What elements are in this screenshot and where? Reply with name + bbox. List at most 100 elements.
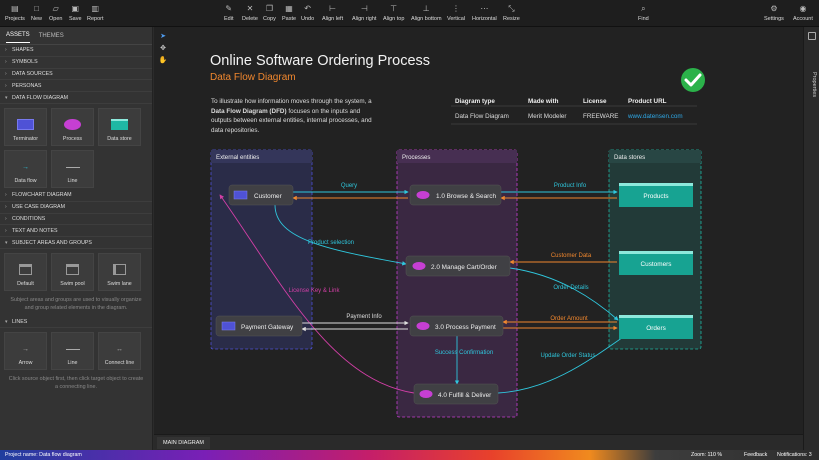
swim-pool-icon [66,263,79,275]
properties-icon[interactable] [808,32,816,40]
vertical-button[interactable]: ⋮ Vertical [447,2,465,25]
swim-lane-icon [113,263,126,275]
tab-themes[interactable]: THEMES [39,29,64,43]
description-line-4: data repositories. [211,127,260,134]
undo-button[interactable]: ↶ Undo [301,2,314,25]
section-label: FLOWCHART DIAGRAM [12,192,72,199]
section-label: TEXT AND NOTES [12,227,58,234]
section-label: USE CASE DIAGRAM [12,204,65,211]
node-label: 1.0 Browse & Search [436,193,496,200]
edit-button[interactable]: ✎ Edit [224,2,233,25]
section-symbols[interactable]: › SYMBOLS [0,57,152,69]
section-conditions[interactable]: › CONDITIONS [0,214,152,226]
table-cell: Data Flow Diagram [455,113,509,120]
new-button[interactable]: □ New [31,2,42,25]
hand-tool-icon[interactable]: ✋ [158,56,168,66]
copy-icon: ❐ [265,4,273,13]
section-lines[interactable]: ▾ LINES [0,316,152,328]
account-button[interactable]: ◉ Account [793,2,813,25]
node-label: Customer [254,193,283,200]
delete-button[interactable]: ✕ Delete [242,2,258,25]
terminator-tile[interactable]: Terminator [4,107,47,146]
align-top-button[interactable]: ⊤ Align top [383,2,404,25]
flow-label: Order Amount [550,316,588,322]
toolbar-label: Save [69,16,82,22]
section-flowchart-diagram[interactable]: › FLOWCHART DIAGRAM [0,190,152,202]
chevron-right-icon: › [5,70,7,77]
section-text-and-notes[interactable]: › TEXT AND NOTES [0,225,152,238]
properties-label[interactable]: Properties [811,72,817,97]
entity-payment-gateway[interactable]: Payment Gateway [215,315,303,337]
toolbar-label: New [31,16,43,22]
store-customers[interactable]: Customers [619,251,693,275]
section-label: DATA SOURCES [12,70,53,77]
product-url-link[interactable]: www.datensen.com [627,113,683,120]
flow-product-info[interactable]: Product Info [500,183,618,201]
copy-button[interactable]: ❐ Copy [263,2,276,25]
arrow-tile[interactable]: → Arrow [4,331,47,370]
tab-main-diagram[interactable]: MAIN DIAGRAM [157,437,210,449]
section-shapes[interactable]: › SHAPES [0,45,152,57]
open-button[interactable]: ▱ Open [49,2,62,25]
vertical-icon: ⋮ [452,4,461,13]
paste-icon: ▦ [285,4,293,13]
default-area-tile[interactable]: Default [4,252,47,291]
align-left-icon: ⊢ [329,4,337,13]
process-manage-cart[interactable]: 2.0 Manage Cart/Order [405,255,511,277]
section-personas[interactable]: › PERSONAS [0,80,152,93]
chevron-right-icon: › [5,215,7,222]
connect-line-tile[interactable]: ↔ Connect line [98,331,141,370]
paste-button[interactable]: ▦ Paste [282,2,296,25]
diagram-canvas[interactable]: Online Software Ordering Process Data Fl… [154,27,803,434]
description-line-1: To illustrate how information moves thro… [211,98,372,105]
swim-lane-tile[interactable]: Swim lane [98,252,141,291]
flow-customer-data[interactable]: Customer Data [509,253,617,265]
entity-customer[interactable]: Customer [228,184,294,206]
chevron-right-icon: › [5,192,7,199]
align-bottom-button[interactable]: ⊥ Align bottom [411,2,442,25]
resize-button[interactable]: ⤡ Resize [503,2,520,25]
projects-button[interactable]: ▤ Projects [5,2,25,25]
report-button[interactable]: ▥ Report [87,2,104,25]
terminator-shape-icon [17,118,34,130]
zoom-status[interactable]: Zoom: 110 % [691,452,722,458]
save-icon: ▣ [71,4,80,13]
line-tile[interactable]: Line [51,149,94,188]
process-tile[interactable]: Process [51,107,94,146]
tab-assets[interactable]: ASSETS [6,28,30,43]
toolbar-label: Align bottom [411,16,442,22]
align-left-button[interactable]: ⊢ Align left [322,2,343,25]
notifications-status[interactable]: Notifications: 3 [777,452,812,458]
settings-button[interactable]: ⚙ Settings [764,2,784,25]
arrow-right-icon: → [22,163,29,171]
plain-line-tile[interactable]: Line [51,331,94,370]
flow-order-details[interactable]: Order Details [509,267,619,321]
data-store-tile[interactable]: Data store [98,107,141,146]
swim-pool-tile[interactable]: Swim pool [51,252,94,291]
store-products[interactable]: Products [619,183,693,207]
flow-order-amount[interactable]: Order Amount [502,316,618,331]
align-right-button[interactable]: ⊣ Align right [352,2,376,25]
save-button[interactable]: ▣ Save [69,2,82,25]
section-use-case-diagram[interactable]: › USE CASE DIAGRAM [0,202,152,214]
toolbar-label: Align top [383,16,405,22]
move-tool-icon[interactable]: ✥ [158,44,168,54]
properties-panel[interactable]: Properties [803,27,819,450]
process-fulfill-deliver[interactable]: 4.0 Fulfill & Deliver [413,383,499,405]
process-browse-search[interactable]: 1.0 Browse & Search [409,184,502,206]
flow-payment-info[interactable]: Payment Info [301,314,409,332]
gear-icon: ⚙ [770,4,778,13]
data-flow-tile[interactable]: → Data flow [4,149,47,188]
default-area-icon [19,263,32,275]
section-data-sources[interactable]: › DATA SOURCES [0,69,152,81]
find-button[interactable]: ⌕ Find [638,2,649,25]
horizontal-button[interactable]: ⋯ Horizontal [472,2,497,25]
store-orders[interactable]: Orders [619,315,693,339]
pointer-tool-icon[interactable]: ➤ [158,32,168,42]
chevron-right-icon: › [5,47,7,54]
section-subject-areas[interactable]: ▾ SUBJECT AREAS AND GROUPS [0,237,152,249]
feedback-link[interactable]: Feedback [744,452,767,458]
section-data-flow-diagram[interactable]: ▾ DATA FLOW DIAGRAM [0,92,152,104]
process-payment[interactable]: 3.0 Process Payment [409,315,504,337]
node-label: Customers [641,261,672,268]
